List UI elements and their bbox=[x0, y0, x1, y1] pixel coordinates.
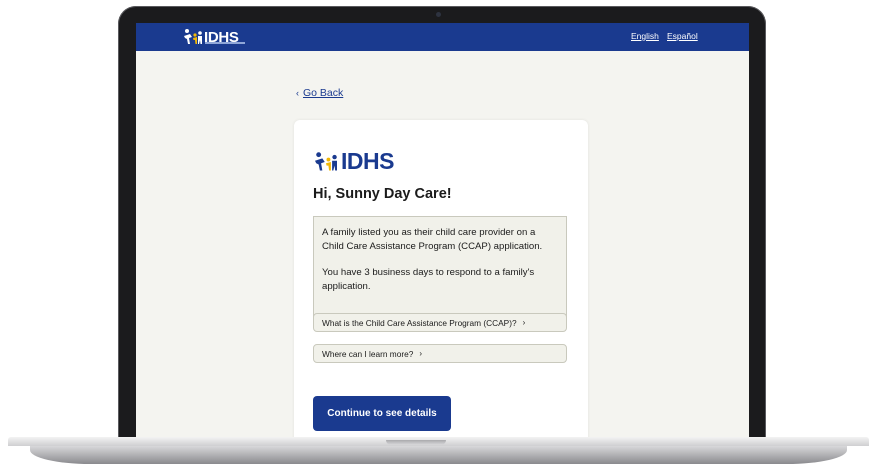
chevron-right-icon: › bbox=[419, 349, 422, 358]
logo-wordmark: IDHS bbox=[341, 148, 394, 174]
site-header: IDHS English Español bbox=[136, 23, 749, 51]
webcam bbox=[436, 12, 441, 17]
info-box: A family listed you as their child care … bbox=[313, 216, 567, 320]
accordion-learn-more[interactable]: Where can I learn more? › bbox=[313, 344, 567, 363]
accordion-label: What is the Child Care Assistance Progra… bbox=[322, 317, 517, 328]
logo-subtitle-lettering bbox=[205, 42, 245, 44]
idhs-logo-header[interactable]: IDHS bbox=[183, 27, 245, 47]
laptop-opening-notch bbox=[386, 440, 446, 445]
family-figures-icon bbox=[315, 151, 337, 171]
accordion-what-is-ccap[interactable]: What is the Child Care Assistance Progra… bbox=[313, 313, 567, 332]
provider-response-card: IDHS Hi, Sunny Day Care! A family listed… bbox=[294, 120, 588, 440]
language-link-espanol[interactable]: Español bbox=[667, 31, 698, 41]
continue-button[interactable]: Continue to see details bbox=[313, 396, 451, 431]
go-back-link[interactable]: ‹ Go Back bbox=[296, 87, 343, 99]
info-paragraph: You have 3 business days to respond to a… bbox=[322, 267, 535, 292]
greeting-heading: Hi, Sunny Day Care! bbox=[313, 186, 452, 202]
laptop-base bbox=[0, 437, 877, 467]
language-link-english[interactable]: English bbox=[631, 31, 659, 41]
family-figures-icon bbox=[184, 29, 202, 44]
accordion-label: Where can I learn more? bbox=[322, 348, 414, 359]
idhs-logo-card: IDHS bbox=[313, 150, 394, 173]
chevron-right-icon: › bbox=[522, 318, 526, 327]
info-paragraph: A family listed you as their child care … bbox=[322, 227, 543, 252]
chevron-left-icon: ‹ bbox=[296, 88, 299, 98]
browser-viewport: IDHS English Español ‹ Go Back IDHS Hi, … bbox=[136, 23, 749, 440]
laptop-base-bottom bbox=[30, 446, 847, 464]
go-back-label: Go Back bbox=[303, 87, 344, 99]
